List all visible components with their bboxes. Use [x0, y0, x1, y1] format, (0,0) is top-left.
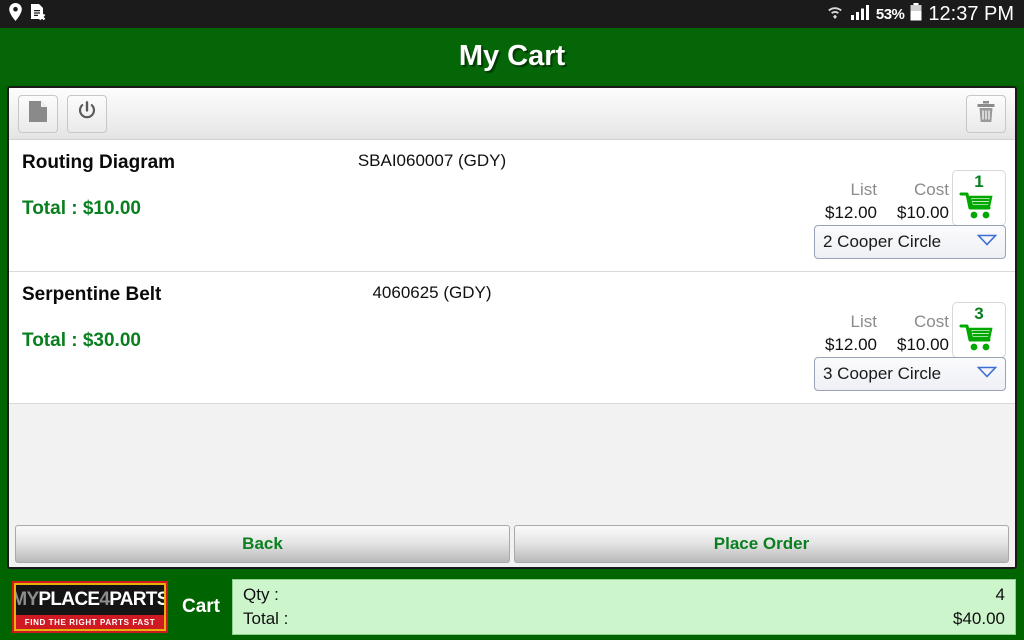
- list-label: List: [850, 312, 877, 331]
- cart-summary: Qty : 4 Total : $40.00: [232, 579, 1016, 635]
- battery-icon: [910, 2, 922, 26]
- cost-label: Cost: [914, 312, 949, 331]
- logo-my: MY: [14, 589, 39, 610]
- item-total: Total : $10.00: [22, 198, 141, 219]
- item-quantity-value: 1: [974, 172, 984, 191]
- list-label: List: [850, 180, 877, 199]
- item-location-value: 3 Cooper Circle: [823, 364, 942, 383]
- clock-label: 12:37 PM: [928, 2, 1014, 25]
- signal-bars-icon: [850, 4, 870, 25]
- cart-toolbar: [9, 88, 1015, 140]
- cart-summary-total-label: Total :: [243, 609, 289, 628]
- battery-percent-label: 53%: [875, 5, 905, 23]
- trash-icon: [976, 100, 996, 128]
- location-pin-icon: [8, 2, 23, 26]
- list-price: $12.00: [825, 335, 877, 354]
- shopping-cart-icon: [959, 323, 999, 358]
- cart-summary-qty-row: Qty : 4: [243, 583, 1005, 607]
- item-part-number: 4060625 (GDY): [372, 283, 492, 302]
- delete-button[interactable]: [966, 94, 1006, 133]
- status-bar-right-icons: 53% 12:37 PM: [826, 2, 1024, 26]
- logo-parts: PARTS: [109, 589, 166, 610]
- cart-item-row: Routing Diagram Total : $10.00 SBAI06000…: [9, 140, 1015, 272]
- item-price-block: List Cost $12.00 $10.00: [805, 180, 949, 223]
- item-price-block: List Cost $12.00 $10.00: [805, 312, 949, 355]
- sim-card-error-icon: [29, 3, 47, 26]
- cart-summary-qty-label: Qty :: [243, 585, 279, 604]
- item-quantity-value: 3: [974, 304, 984, 323]
- shopping-cart-icon: [959, 191, 999, 226]
- item-total: Total : $30.00: [22, 330, 141, 351]
- logo-place: PLACE: [38, 589, 100, 610]
- footer-bar: MY PLACE 4 PARTS FIND THE RIGHT PARTS FAST …: [0, 574, 1024, 640]
- chevron-down-icon: [976, 233, 998, 251]
- chevron-down-icon: [976, 365, 998, 383]
- cart-item-list: Routing Diagram Total : $10.00 SBAI06000…: [9, 140, 1015, 525]
- item-part-number: SBAI060007 (GDY): [357, 151, 507, 170]
- cart-summary-qty-value: 4: [995, 585, 1005, 604]
- cart-item-row: Serpentine Belt Total : $30.00 4060625 (…: [9, 272, 1015, 404]
- brand-logo-text: MY PLACE 4 PARTS: [16, 585, 164, 615]
- cost-price: $10.00: [897, 335, 949, 354]
- wifi-icon: [826, 3, 844, 26]
- page-title: My Cart: [458, 40, 566, 72]
- item-location-value: 2 Cooper Circle: [823, 232, 942, 251]
- cost-label: Cost: [914, 180, 949, 199]
- cart-actions: Back Place Order: [9, 525, 1015, 567]
- brand-tagline: FIND THE RIGHT PARTS FAST: [16, 615, 164, 629]
- back-button[interactable]: Back: [15, 525, 510, 563]
- list-price: $12.00: [825, 203, 877, 222]
- logo-four: 4: [99, 589, 110, 610]
- power-button[interactable]: [67, 94, 107, 133]
- document-icon: [28, 100, 48, 128]
- item-quantity-cart-button[interactable]: 1: [952, 170, 1006, 226]
- cost-price: $10.00: [897, 203, 949, 222]
- status-bar-left-icons: [0, 2, 47, 26]
- item-quantity-cart-button[interactable]: 3: [952, 302, 1006, 358]
- cart-panel: Routing Diagram Total : $10.00 SBAI06000…: [7, 86, 1017, 569]
- place-order-button[interactable]: Place Order: [514, 525, 1009, 563]
- brand-logo: MY PLACE 4 PARTS FIND THE RIGHT PARTS FAST: [12, 581, 168, 633]
- footer-cart-label: Cart: [182, 596, 221, 617]
- cart-summary-total-value: $40.00: [953, 609, 1005, 628]
- note-button[interactable]: [18, 94, 58, 133]
- app-header: My Cart: [0, 28, 1024, 85]
- power-icon: [76, 100, 98, 127]
- cart-summary-total-row: Total : $40.00: [243, 607, 1005, 631]
- item-location-dropdown[interactable]: 2 Cooper Circle: [814, 225, 1006, 259]
- item-location-dropdown[interactable]: 3 Cooper Circle: [814, 357, 1006, 391]
- status-bar: 53% 12:37 PM: [0, 0, 1024, 28]
